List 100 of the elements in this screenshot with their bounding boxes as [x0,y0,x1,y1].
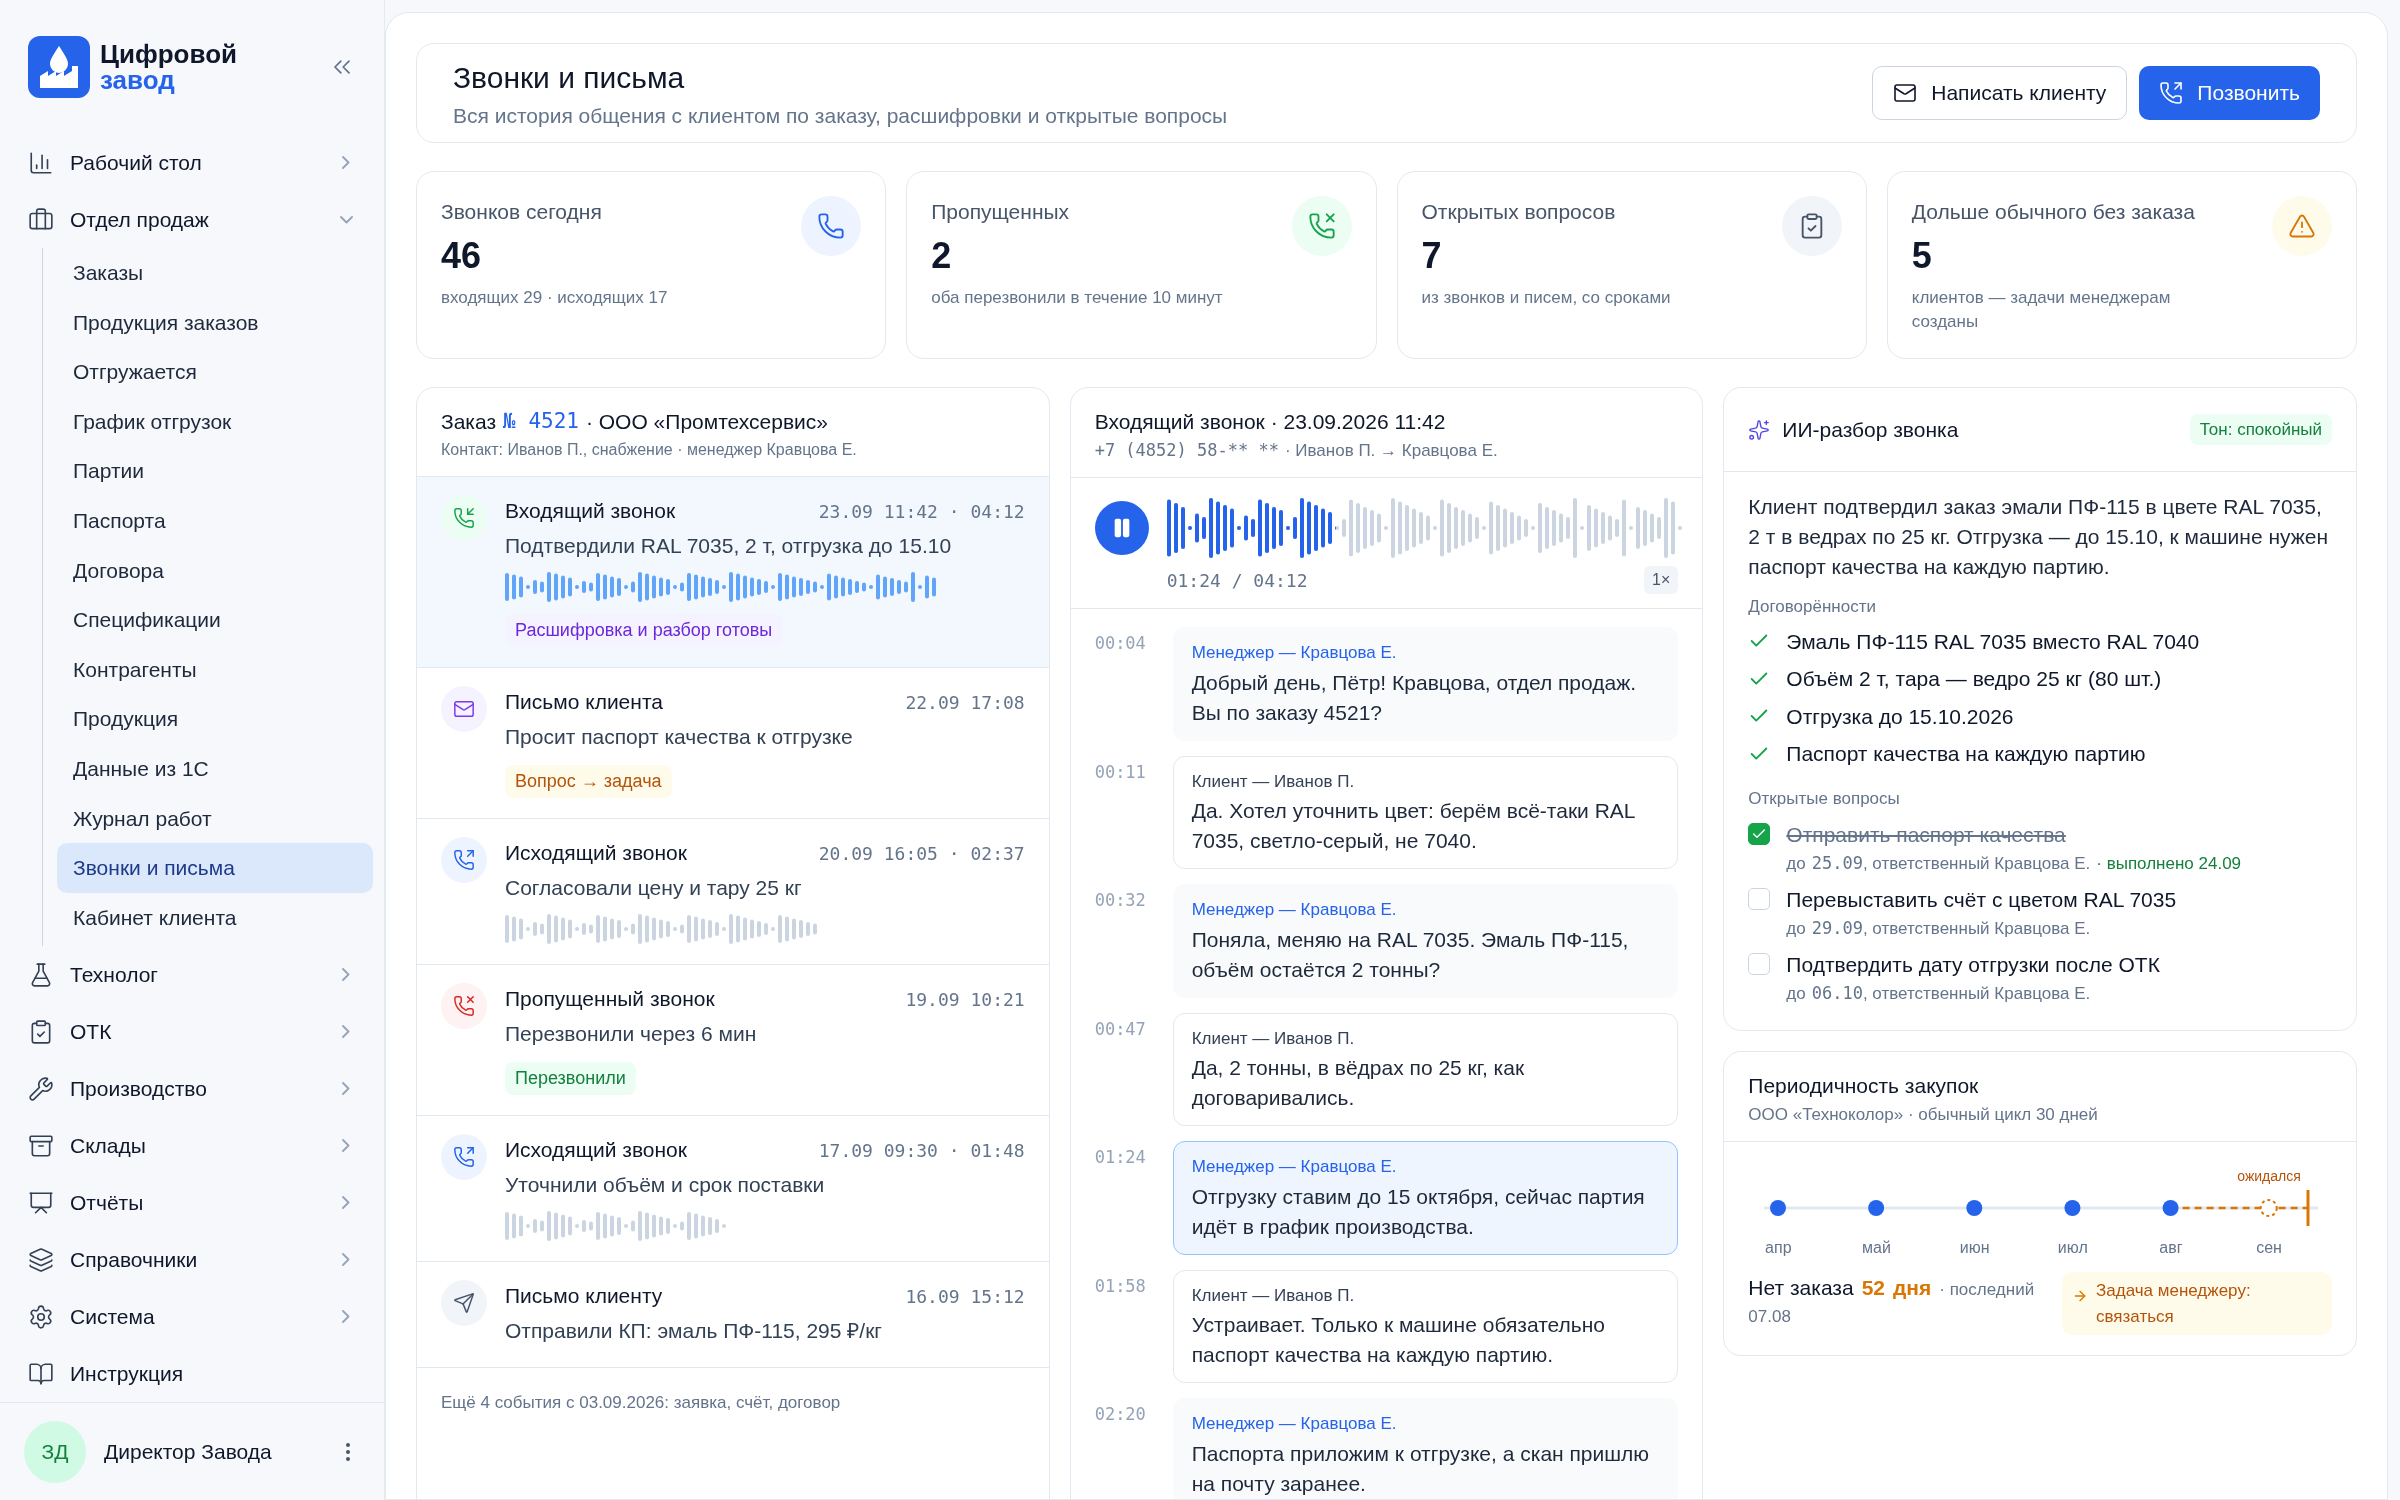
responsible-person: , ответственный Кравцова Е. [1862,917,2091,940]
sidebar-subitem[interactable]: Кабинет клиента [57,892,373,943]
timeline-event[interactable]: Входящий звонок 23.09 11:42 · 04:12 Подтвердили RAL 7035, 2 т, отгрузка до 15.10 Расшифровка и разбор готовы [417,476,1049,668]
agreement-item: Объём 2 т, тара — ведро 25 кг (80 шт.) [1786,666,2162,692]
call-button[interactable]: Позвонить [2139,66,2320,120]
sidebar-item[interactable]: Отдел продаж [18,191,366,248]
order-number-link[interactable]: № 4521 [503,406,579,438]
message-text: Добрый день, Пётр! Кравцова, отдел продаж. Вы по заказу 4521? [1191,669,1638,726]
chevron-down-icon [339,215,353,224]
manager-task-note[interactable]: Задача менеджеру: связаться [2062,1272,2332,1335]
sidebar-subitem[interactable]: Продукция заказов [57,297,373,348]
event-summary: Отправили КП: эмаль ПФ-115, 295 ₽/кг [505,1318,883,1344]
message-bubble[interactable]: Клиент — Иванов П. Да, 2 тонны, в вёдрах по 25 кг, как договаривались. [1172,1012,1679,1126]
phone-icon [817,212,846,240]
chevron-right-icon [342,1082,350,1096]
sidebar-item[interactable]: ОТК [18,1003,366,1061]
book-icon [28,1360,54,1387]
message-bubble[interactable]: Менеджер — Кравцова Е. Отгрузку ставим до 15 октября, сейчас партия идёт в график производства. [1172,1141,1679,1255]
message-timestamp: 00:04 [1094,632,1147,655]
message-timestamp: 01:24 [1094,1146,1147,1169]
card-subtitle: ООО «Техноколор» · обычный цикл 30 дней [1748,1103,2099,1126]
send-icon [453,1291,475,1314]
playback-speed-button[interactable]: 1× [1644,566,1679,594]
audio-waveform-track[interactable] [1166,498,1679,558]
done-note: · выполнено 24.09 [2096,852,2242,875]
sidebar-subitem[interactable]: Заказы [57,248,373,298]
message-bubble[interactable]: Клиент — Иванов П. Устраивает. Только к машине обязательно паспорт качества на каждую партию. [1172,1269,1679,1383]
responsible-person: , ответственный Кравцова Е. [1862,982,2091,1005]
message-bubble[interactable]: Менеджер — Кравцова Е. Паспорта приложим к отгрузке, а скан пришлю на почту заранее. [1172,1398,1679,1499]
due-label: до [1786,982,1806,1005]
sidebar-subitem[interactable]: Данные из 1С [57,743,373,794]
brand-subtitle: завод [100,67,175,93]
event-tag: Расшифровка и разбор готовы [505,613,783,647]
chart-board-icon [28,1189,54,1216]
stat-note: клиентов — задачи менеджерам созданы [1911,286,2172,333]
sidebar-subitem[interactable]: Продукция [57,694,373,744]
due-label: до [1786,917,1806,940]
days-count: 52 [1861,1275,1885,1301]
phone-icon [2159,81,2184,105]
event-title: Письмо клиента [505,688,663,715]
event-summary: Подтвердили RAL 7035, 2 т, отгрузка до 15.10 [505,533,953,559]
stat-note: оба перезвонили в течение 10 минут [931,286,1223,309]
agreement-item: Эмаль ПФ-115 RAL 7035 вместо RAL 7040 [1786,628,2200,655]
last-order-date: 07.08 [1748,1305,1792,1328]
message-timestamp: 00:11 [1094,760,1147,784]
incoming-call-icon [453,506,475,529]
user-name: Директор Завода [104,1438,273,1465]
event-time: 22.09 17:08 [905,690,1025,715]
sidebar-item[interactable]: Система [18,1288,366,1346]
sidebar-subitem[interactable]: Журнал работ [57,793,373,844]
sidebar-subitem[interactable]: График отгрузок [57,396,373,447]
message-bubble[interactable]: Клиент — Иванов П. Да. Хотел уточнить цвет: берём всё-таки RAL 7035, светло-серый, не 7040. [1172,755,1679,869]
chevron-right-icon [342,156,350,169]
message-bubble[interactable]: Менеджер — Кравцова Е. Поняла, меняю на RAL 7035. Эмаль ПФ-115, объём остаётся 2 тонны? [1172,884,1679,998]
sidebar-item[interactable]: Технолог [18,946,366,1004]
sidebar-item[interactable]: Рабочий стол [18,134,366,191]
stat-note: из звонков и писем, со сроками [1421,286,1671,309]
sidebar-subitem[interactable]: Партии [57,446,373,496]
message-bubble[interactable]: Менеджер — Кравцова Е. Добрый день, Пётр! Кравцова, отдел продаж. Вы по заказу 4521? [1172,627,1679,741]
event-time: 20.09 16:05 · 02:37 [818,841,1025,866]
sidebar-subitem[interactable]: Договора [57,545,373,596]
sidebar-subitem[interactable]: Отгружается [57,347,373,397]
sidebar-item[interactable]: Производство [18,1060,366,1118]
due-date: 06.10 [1811,981,1863,1005]
chevron-right-icon [342,1196,350,1210]
timeline-footer-note: Ещё 4 события с 03.09.2026: заявка, счёт, договор [440,1391,842,1414]
write-button[interactable]: Написать клиенту [1872,66,2128,120]
event-title: Исходящий звонок [505,839,687,866]
pause-button[interactable] [1094,501,1149,555]
event-summary: Перезвонили через 6 мин [505,1021,758,1047]
sidebar-item[interactable]: Склады [18,1117,366,1175]
outgoing-call-icon [453,1145,475,1168]
sidebar-item[interactable]: Справочники [18,1231,366,1289]
stat-value: 5 [1911,233,1933,278]
expected-label: ожидался [2237,1167,2301,1186]
message-text: Поняла, меняю на RAL 7035. Эмаль ПФ-115, объём остаётся 2 тонны? [1191,926,1630,983]
sidebar-item[interactable]: Инструкция [18,1345,366,1403]
order-contact: Контакт: Иванов П., снабжение · менеджер Кравцова Е. [441,439,858,460]
sparkles-icon [1748,418,1771,441]
message-speaker: Менеджер — Кравцова Е. [1191,899,1398,921]
sidebar-item[interactable]: Отчёты [18,1174,366,1232]
event-title: Исходящий звонок [505,1136,687,1163]
message-speaker: Менеджер — Кравцова Е. [1191,642,1398,664]
stat-label: Пропущенных [931,199,1071,225]
due-date: 25.09 [1811,851,1863,875]
analysis-title: ИИ-разбор звонка [1782,416,1959,443]
message-timestamp: 02:20 [1094,1403,1147,1426]
call-title: Входящий звонок · 23.09.2026 11:42 [1094,409,1447,435]
sidebar-subitem[interactable]: Контрагенты [57,644,373,695]
message-speaker: Клиент — Иванов П. [1191,770,1356,793]
chevron-right-icon [342,1310,350,1324]
event-title: Письмо клиенту [505,1282,663,1309]
checkbox[interactable] [1748,823,1771,845]
sidebar-subitem[interactable]: Спецификации [57,595,373,645]
sidebar-subitem[interactable]: Паспорта [57,495,373,546]
month-label: апр [1765,1238,1792,1258]
event-time: 19.09 10:21 [905,987,1025,1012]
sidebar-subitem[interactable]: Звонки и письма [57,843,373,893]
event-summary: Просит паспорт качества к отгрузке [505,724,854,750]
message-timestamp: 00:32 [1094,889,1147,912]
